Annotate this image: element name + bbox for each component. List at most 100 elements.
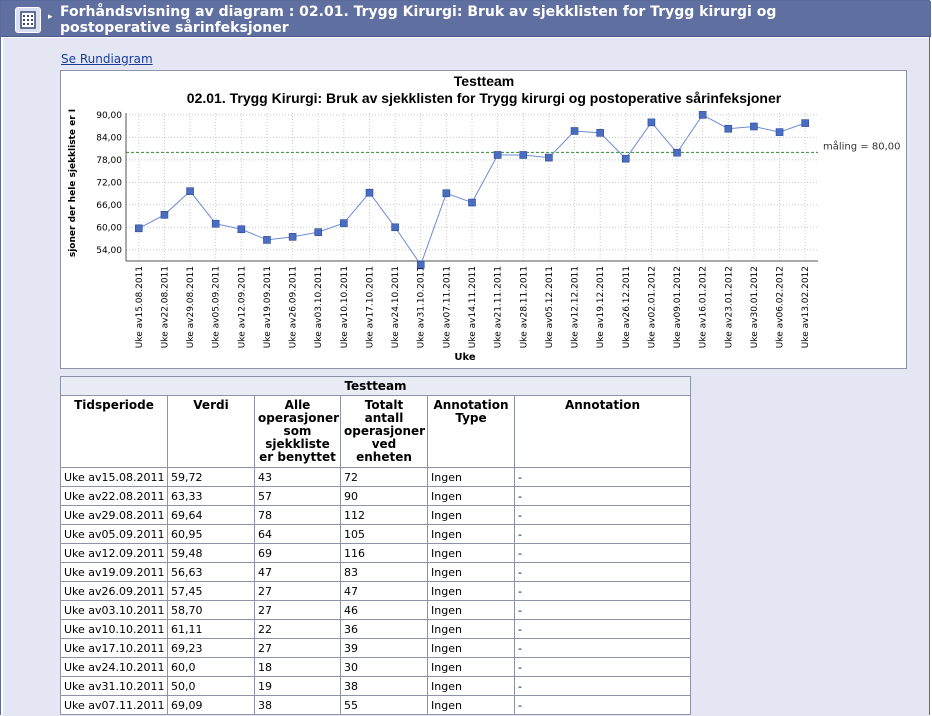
table-cell: 55 — [340, 695, 428, 715]
table-row: Uke av10.10.2011 61,11 22 36 Ingen - — [60, 619, 691, 639]
table-cell: Uke av05.09.2011 — [60, 524, 168, 544]
table-cell: 46 — [340, 600, 428, 620]
chart-title: Testteam — [454, 73, 514, 89]
table-cell: - — [514, 657, 691, 677]
y-tick-label: 66,00 — [96, 201, 122, 211]
table-cell: - — [514, 695, 691, 715]
table-cell: Uke av17.10.2011 — [60, 638, 168, 658]
table-cell: Uke av15.08.2011 — [60, 467, 168, 487]
table-row: Uke av05.09.2011 60,95 64 105 Ingen - — [60, 524, 691, 544]
data-point — [493, 151, 502, 159]
data-point — [314, 228, 323, 236]
table-cell: 22 — [254, 619, 341, 639]
x-tick-label: Uke av24.10.2011 — [391, 266, 401, 348]
x-tick-label: Uke av19.12.2011 — [596, 266, 606, 348]
data-point — [340, 219, 348, 227]
y-axis-label: sjoner der hele sjekkliste er I — [68, 109, 78, 257]
table-cell: Uke av19.09.2011 — [60, 562, 168, 582]
column-header: Annotation Type — [427, 395, 515, 468]
data-point — [186, 187, 194, 195]
data-point — [621, 154, 630, 163]
x-tick-label: Uke av14.11.2011 — [468, 266, 478, 348]
table-cell: Uke av10.10.2011 — [60, 619, 168, 639]
column-header: Verdi — [167, 395, 255, 468]
data-table-container: Testteam Tidsperiode Verdi Alle operasjone… — [60, 376, 691, 715]
table-cell: Ingen — [427, 638, 515, 658]
table-cell: Ingen — [427, 695, 515, 715]
table-cell: Ingen — [427, 562, 515, 582]
data-point — [391, 223, 399, 232]
table-cell: - — [514, 467, 691, 487]
table-cell: Ingen — [427, 543, 515, 563]
table-cell: 61,11 — [167, 619, 255, 639]
table-row: Uke av26.09.2011 57,45 27 47 Ingen - — [60, 581, 691, 601]
table-cell: 90 — [340, 486, 428, 506]
chart-subtitle: 02.01. Trygg Kirurgi: Bruk av sjekkliste… — [187, 90, 782, 106]
table-row: Uke av07.11.2011 69,09 38 55 Ingen - — [60, 695, 691, 715]
x-tick-label: Uke av21.11.2011 — [494, 266, 504, 348]
column-header: Alle operasjoner som sjekkliste er benyt… — [254, 395, 341, 468]
table-cell: Ingen — [427, 505, 515, 525]
x-tick-label: Uke av10.10.2011 — [340, 266, 350, 348]
run-chart-link[interactable]: Se Rundiagram — [61, 52, 153, 66]
y-tick-label: 90,00 — [96, 111, 122, 121]
x-tick-label: Uke av06.02.2012 — [776, 266, 786, 348]
y-tick-label: 54,00 — [96, 246, 122, 256]
table-cell: 47 — [340, 581, 428, 601]
table-cell: 69,64 — [167, 505, 255, 525]
table-cell: Uke av29.08.2011 — [60, 505, 168, 525]
table-cell: 57 — [254, 486, 341, 506]
table-row: Uke av17.10.2011 69,23 27 39 Ingen - — [60, 638, 691, 658]
table-cell: 39 — [340, 638, 428, 658]
data-point — [724, 124, 733, 133]
data-point — [698, 111, 707, 119]
table-cell: Uke av12.09.2011 — [60, 543, 168, 563]
table-caption: Testteam — [60, 376, 691, 396]
table-cell: 63,33 — [167, 486, 255, 506]
panel-header: ▸ Forhåndsvisning av diagram : 02.01. Tr… — [1, 1, 931, 37]
x-tick-label: Uke av03.10.2011 — [314, 266, 324, 348]
data-point — [519, 151, 528, 159]
table-cell: - — [514, 562, 691, 582]
x-tick-label: Uke av16.01.2012 — [699, 266, 709, 348]
x-tick-label: Uke av12.09.2011 — [237, 266, 247, 348]
x-tick-label: Uke av28.11.2011 — [519, 266, 529, 348]
x-tick-label: Uke av19.09.2011 — [263, 266, 273, 348]
x-tick-label: Uke av05.09.2011 — [212, 266, 222, 348]
table-row: Uke av15.08.2011 59,72 43 72 Ingen - — [60, 467, 691, 487]
table-cell: 50,0 — [167, 676, 255, 696]
table-row: Uke av12.09.2011 59,48 69 116 Ingen - — [60, 543, 691, 563]
table-cell: 27 — [254, 600, 341, 620]
table-cell: 64 — [254, 524, 341, 544]
chevron-right-icon: ▸ — [48, 12, 53, 22]
table-cell: Ingen — [427, 676, 515, 696]
data-point — [468, 198, 476, 207]
data-point — [135, 224, 143, 233]
table-cell: Ingen — [427, 657, 515, 677]
chart-preview-panel: ▸ Forhåndsvisning av diagram : 02.01. Tr… — [0, 0, 931, 716]
reference-line-label: måling = 80,00 — [823, 139, 900, 152]
table-cell: 112 — [340, 505, 428, 525]
chart-icon — [15, 7, 41, 33]
data-point — [647, 118, 656, 127]
data-point — [442, 189, 451, 198]
table-cell: 27 — [254, 638, 341, 658]
table-cell: 18 — [254, 657, 341, 677]
data-point — [237, 225, 246, 234]
table-cell: 60,95 — [167, 524, 255, 544]
table-cell: 59,72 — [167, 467, 255, 487]
table-cell: Ingen — [427, 581, 515, 601]
y-tick-label: 60,00 — [96, 223, 122, 233]
y-tick-label: 84,00 — [96, 133, 122, 143]
table-cell: 56,63 — [167, 562, 255, 582]
table-cell: Ingen — [427, 619, 515, 639]
page-title: Forhåndsvisning av diagram : 02.01. Tryg… — [60, 4, 777, 36]
table-cell: - — [514, 543, 691, 563]
table-cell: - — [514, 619, 691, 639]
x-tick-label: Uke av23.01.2012 — [724, 266, 734, 348]
x-tick-label: Uke av02.01.2012 — [647, 266, 657, 348]
table-cell: - — [514, 486, 691, 506]
table-cell: 105 — [340, 524, 428, 544]
x-tick-label: Uke av30.01.2012 — [750, 266, 760, 348]
data-point — [160, 211, 169, 219]
